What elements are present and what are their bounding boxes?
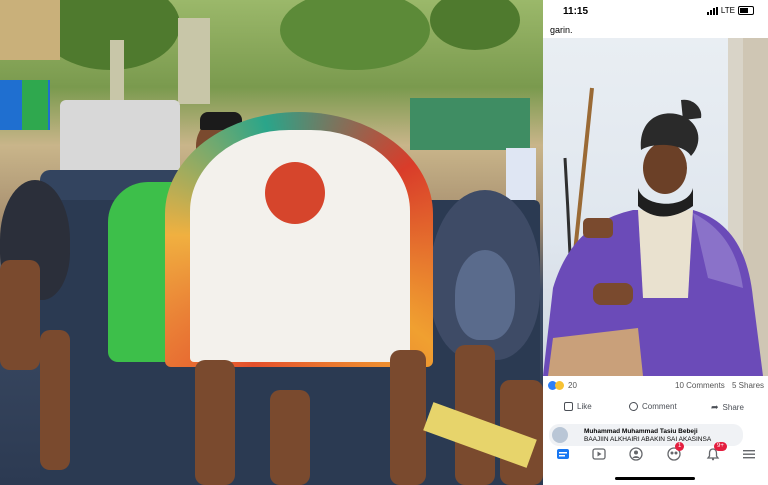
like-button[interactable]: Like <box>564 402 592 411</box>
comment-icon <box>629 402 638 411</box>
profile-icon[interactable] <box>629 447 643 461</box>
campaign-crowd-photo <box>0 0 543 485</box>
battery-icon <box>738 6 754 15</box>
poster-face <box>265 162 325 224</box>
groups-tab[interactable]: 1 <box>667 442 685 461</box>
share-label: Share <box>722 403 744 412</box>
menu-icon[interactable] <box>742 447 756 461</box>
share-button[interactable]: ➦ Share <box>711 402 744 413</box>
comment-text: BAAJIIN ALKHAIRI ABAKIN SAI AKASINSA <box>584 436 712 443</box>
avatar[interactable] <box>552 427 568 443</box>
reaction-count[interactable]: 20 <box>568 381 577 390</box>
post-photo[interactable] <box>543 38 768 376</box>
wow-reaction-icon <box>555 381 564 390</box>
bottom-tab-bar: 1 9+ <box>543 442 768 467</box>
post-caption[interactable]: garin. <box>550 25 573 35</box>
emir-photo <box>543 38 768 376</box>
status-bar: 11:15 LTE <box>543 0 768 24</box>
share-icon: ➦ <box>711 402 719 412</box>
home-icon[interactable] <box>556 447 570 461</box>
like-label: Like <box>577 402 592 411</box>
facebook-post-screenshot: 11:15 LTE garin. 20 10 Comments 5 Shares… <box>543 0 768 485</box>
comments-count[interactable]: 10 Comments <box>675 381 725 390</box>
comment-button[interactable]: Comment <box>629 402 677 411</box>
post-actions: Like Comment ➦ Share <box>543 397 768 419</box>
notifications-badge: 9+ <box>714 442 727 451</box>
signal-icon <box>706 6 718 15</box>
reactions-row[interactable]: 20 10 Comments 5 Shares <box>546 380 766 394</box>
shares-count[interactable]: 5 Shares <box>732 381 764 390</box>
comment-label: Comment <box>642 402 677 411</box>
notifications-tab[interactable]: 9+ <box>706 442 727 461</box>
groups-badge: 1 <box>675 442 685 451</box>
comment-author[interactable]: Muhammad Muhammad Tasiu Bebeji <box>584 428 698 435</box>
home-indicator <box>615 477 695 480</box>
thumbs-up-icon <box>564 402 573 411</box>
status-time: 11:15 <box>563 6 589 17</box>
watch-icon[interactable] <box>592 447 606 461</box>
network-type: LTE <box>720 6 735 15</box>
